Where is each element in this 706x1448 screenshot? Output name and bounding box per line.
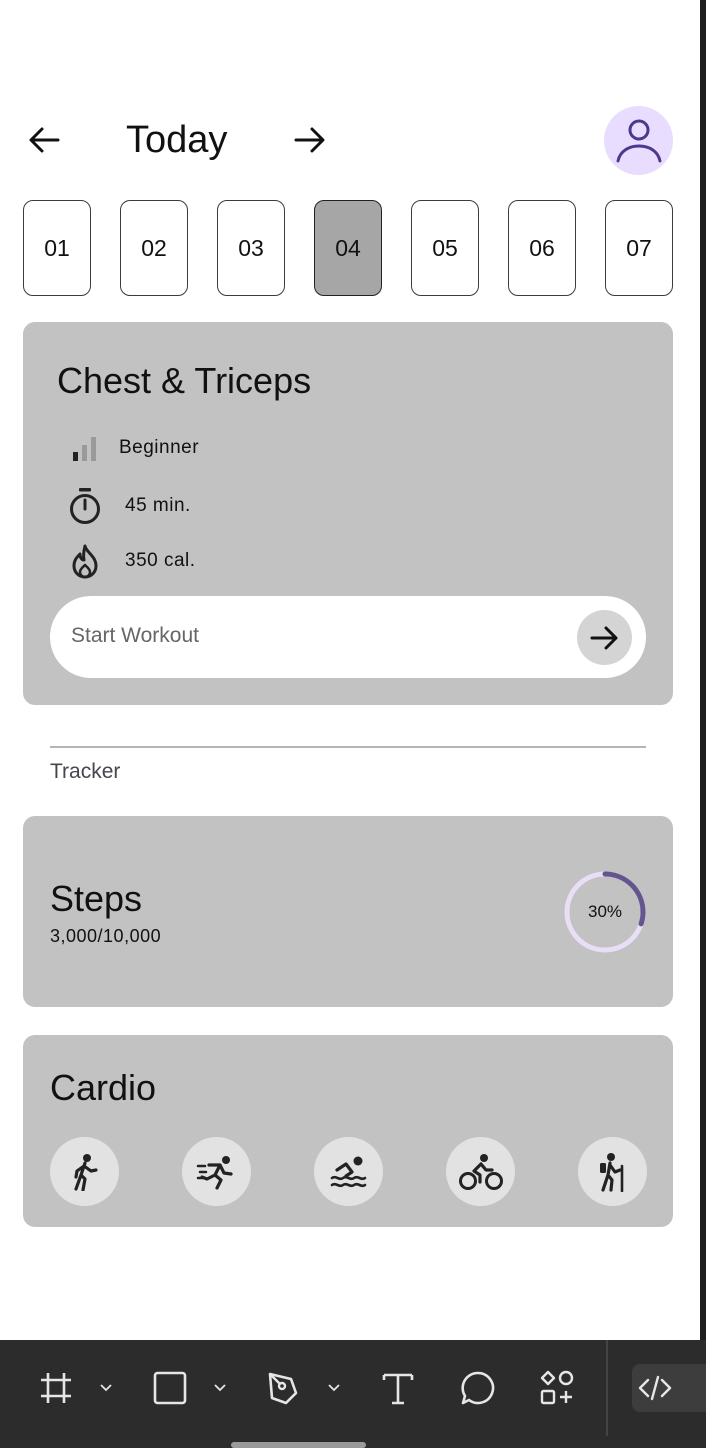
arrow-right-icon bbox=[590, 626, 617, 649]
activity-running-button[interactable] bbox=[182, 1137, 251, 1206]
workout-calories: 350 cal. bbox=[125, 550, 196, 571]
frame-tool-dropdown[interactable] bbox=[96, 1368, 116, 1408]
flame-icon bbox=[67, 543, 103, 579]
pen-tool-dropdown[interactable] bbox=[324, 1368, 344, 1408]
steps-progress-ring: 30% bbox=[561, 868, 649, 956]
timer-icon bbox=[67, 488, 103, 524]
components-tool-button[interactable] bbox=[538, 1368, 576, 1408]
workout-calories-row: 350 cal. bbox=[67, 543, 196, 579]
day-chip-01[interactable]: 01 bbox=[23, 200, 91, 296]
swimming-icon bbox=[330, 1156, 366, 1187]
start-workout-label: Start Workout bbox=[71, 624, 199, 647]
chevron-down-icon bbox=[100, 1384, 112, 1392]
workout-level-row: Beginner bbox=[67, 430, 199, 466]
text-icon bbox=[382, 1373, 414, 1405]
rectangle-tool-dropdown[interactable] bbox=[210, 1368, 230, 1408]
previous-day-button[interactable] bbox=[22, 118, 66, 162]
day-chip-07[interactable]: 07 bbox=[605, 200, 673, 296]
signal-level-icon bbox=[67, 430, 103, 466]
activity-hiking-button[interactable] bbox=[578, 1137, 647, 1206]
person-icon bbox=[616, 119, 661, 162]
frame-tool-button[interactable] bbox=[38, 1368, 74, 1408]
day-chip-02[interactable]: 02 bbox=[120, 200, 188, 296]
day-chip-03[interactable]: 03 bbox=[217, 200, 285, 296]
workout-level: Beginner bbox=[119, 437, 200, 458]
cardio-title: Cardio bbox=[50, 1067, 157, 1108]
code-icon bbox=[638, 1375, 672, 1401]
pen-icon bbox=[268, 1372, 298, 1405]
comment-tool-button[interactable] bbox=[460, 1368, 496, 1408]
page-title: Today bbox=[126, 119, 228, 161]
start-workout-arrow-button[interactable] bbox=[577, 610, 632, 665]
text-tool-button[interactable] bbox=[380, 1368, 416, 1408]
walking-icon bbox=[73, 1153, 98, 1191]
window-edge bbox=[700, 0, 706, 1340]
chevron-down-icon bbox=[214, 1384, 226, 1392]
design-toolbar bbox=[0, 1340, 706, 1448]
rectangle-icon bbox=[153, 1371, 187, 1405]
day-chip-06[interactable]: 06 bbox=[508, 200, 576, 296]
start-workout-button[interactable]: Start Workout bbox=[50, 596, 646, 678]
cycling-icon bbox=[458, 1153, 503, 1190]
workout-card: Chest & Triceps Beginner 45 min. 350 cal… bbox=[23, 322, 673, 705]
next-day-button[interactable] bbox=[288, 118, 332, 162]
hiking-icon bbox=[599, 1152, 623, 1192]
dev-mode-button[interactable] bbox=[632, 1364, 706, 1412]
day-selector: 01 02 03 04 05 06 07 bbox=[23, 200, 673, 296]
arrow-left-icon bbox=[29, 127, 60, 153]
day-chip-04-selected[interactable]: 04 bbox=[314, 200, 382, 296]
tracker-section-label: Tracker bbox=[50, 760, 121, 783]
steps-count: 3,000/10,000 bbox=[50, 926, 162, 946]
steps-title: Steps bbox=[50, 878, 143, 919]
steps-percent-label: 30% bbox=[587, 902, 623, 921]
steps-card[interactable]: Steps 3,000/10,000 30% bbox=[23, 816, 673, 1007]
activity-cycling-button[interactable] bbox=[446, 1137, 515, 1206]
chevron-down-icon bbox=[328, 1384, 340, 1392]
activity-swimming-button[interactable] bbox=[314, 1137, 383, 1206]
cardio-card: Cardio bbox=[23, 1035, 673, 1227]
components-icon bbox=[540, 1370, 574, 1405]
arrow-right-icon bbox=[294, 127, 325, 153]
activity-walking-button[interactable] bbox=[50, 1137, 119, 1206]
day-chip-05[interactable]: 05 bbox=[411, 200, 479, 296]
frame-icon bbox=[41, 1373, 71, 1403]
workout-title: Chest & Triceps bbox=[57, 360, 312, 401]
home-indicator bbox=[231, 1442, 366, 1448]
pen-tool-button[interactable] bbox=[266, 1368, 304, 1408]
running-icon bbox=[196, 1155, 233, 1190]
section-divider bbox=[50, 746, 646, 748]
comment-icon bbox=[461, 1371, 495, 1405]
avatar[interactable] bbox=[604, 106, 673, 175]
toolbar-divider bbox=[606, 1340, 608, 1436]
workout-duration-row: 45 min. bbox=[67, 488, 191, 524]
workout-duration: 45 min. bbox=[125, 495, 191, 516]
rectangle-tool-button[interactable] bbox=[152, 1368, 188, 1408]
